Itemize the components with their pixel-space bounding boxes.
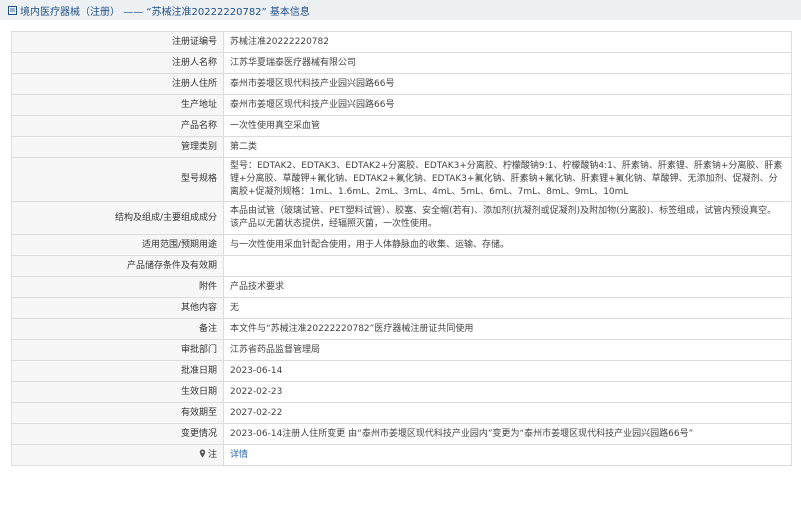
row-label: 注册人住所: [11, 73, 224, 95]
row-value: 泰州市姜堰区现代科技产业园兴园路66号: [223, 94, 792, 116]
row-label: 批准日期: [11, 360, 224, 382]
row-value: 型号：EDTAK2、EDTAK3、EDTAK2+分离胶、EDTAK3+分离胶、柠…: [223, 157, 792, 202]
table-row: 有效期至 2027-02-22: [11, 402, 792, 424]
row-value: 第二类: [223, 136, 792, 158]
note-label-text: 注: [207, 449, 217, 460]
table-row: 备注 本文件与“苏械注准20222220782”医疗器械注册证共同使用: [11, 318, 792, 340]
table-row: 附件 产品技术要求: [11, 276, 792, 298]
info-table: 注册证编号 苏械注准20222220782 注册人名称 江苏华夏瑞泰医疗器械有限…: [11, 31, 792, 466]
row-label: 适用范围/预期用途: [11, 234, 224, 256]
table-row: 适用范围/预期用途 与一次性使用采血针配合使用，用于人体静脉血的收集、运输、存储…: [11, 234, 792, 256]
details-link[interactable]: 详情: [230, 450, 248, 460]
title-quoted: “苏械注准20222220782”: [146, 6, 267, 18]
row-label: 结构及组成/主要组成成分: [11, 201, 224, 235]
table-row: 管理类别 第二类: [11, 136, 792, 158]
table-row: 产品储存条件及有效期: [11, 255, 792, 277]
row-value: 与一次性使用采血针配合使用，用于人体静脉血的收集、运输、存储。: [223, 234, 792, 256]
note-label: 注: [11, 444, 224, 466]
row-label: 变更情况: [11, 423, 224, 445]
row-value: 本品由试管（玻璃试管、PET塑料试管）、胶塞、安全帽(若有)、添加剂(抗凝剂或促…: [223, 201, 792, 235]
row-label: 有效期至: [11, 402, 224, 424]
row-label: 注册人名称: [11, 52, 224, 74]
table-row: 其他内容 无: [11, 297, 792, 319]
row-value: [223, 255, 792, 277]
row-value: 苏械注准20222220782: [223, 31, 792, 53]
table-row: 结构及组成/主要组成成分 本品由试管（玻璃试管、PET塑料试管）、胶塞、安全帽(…: [11, 201, 792, 235]
row-label: 生效日期: [11, 381, 224, 403]
row-label: 注册证编号: [11, 31, 224, 53]
row-value: 泰州市姜堰区现代科技产业园兴园路66号: [223, 73, 792, 95]
table-row: 注册人名称 江苏华夏瑞泰医疗器械有限公司: [11, 52, 792, 74]
row-value: 无: [223, 297, 792, 319]
title-dash: ——: [123, 6, 144, 18]
row-value: 产品技术要求: [223, 276, 792, 298]
document-icon: [8, 5, 17, 15]
row-label: 型号规格: [11, 157, 224, 202]
table-row: 审批部门 江苏省药品监督管理局: [11, 339, 792, 361]
table-row: 型号规格 型号：EDTAK2、EDTAK3、EDTAK2+分离胶、EDTAK3+…: [11, 157, 792, 202]
table-row: 注册人住所 泰州市姜堰区现代科技产业园兴园路66号: [11, 73, 792, 95]
row-value: 江苏华夏瑞泰医疗器械有限公司: [223, 52, 792, 74]
row-value: 江苏省药品监督管理局: [223, 339, 792, 361]
row-label: 管理类别: [11, 136, 224, 158]
row-value: 2027-02-22: [223, 402, 792, 424]
row-label: 备注: [11, 318, 224, 340]
row-label: 审批部门: [11, 339, 224, 361]
table-row: 批准日期 2023-06-14: [11, 360, 792, 382]
row-label: 其他内容: [11, 297, 224, 319]
map-pin-icon: [199, 449, 206, 457]
title-prefix: 境内医疗器械（注册）: [20, 6, 120, 18]
page-header: 境内医疗器械（注册） —— “苏械注准20222220782” 基本信息: [0, 0, 801, 20]
row-label: 产品储存条件及有效期: [11, 255, 224, 277]
table-row: 生产地址 泰州市姜堰区现代科技产业园兴园路66号: [11, 94, 792, 116]
table-row: 生效日期 2022-02-23: [11, 381, 792, 403]
title-suffix: 基本信息: [269, 6, 310, 18]
table-row: 产品名称 一次性使用真空采血管: [11, 115, 792, 137]
table-row: 变更情况 2023-06-14注册人住所变更 由“泰州市姜堰区现代科技产业园内”…: [11, 423, 792, 445]
row-label: 附件: [11, 276, 224, 298]
table-row: 注册证编号 苏械注准20222220782: [11, 31, 792, 53]
row-value: 2023-06-14注册人住所变更 由“泰州市姜堰区现代科技产业园内”变更为“泰…: [223, 423, 792, 445]
row-value: 2023-06-14: [223, 360, 792, 382]
row-value: 2022-02-23: [223, 381, 792, 403]
row-label: 产品名称: [11, 115, 224, 137]
page-title: 境内医疗器械（注册） —— “苏械注准20222220782” 基本信息: [20, 3, 310, 18]
row-value: 一次性使用真空采血管: [223, 115, 792, 137]
row-value: 本文件与“苏械注准20222220782”医疗器械注册证共同使用: [223, 318, 792, 340]
row-label: 生产地址: [11, 94, 224, 116]
table-row: 注 详情: [11, 444, 792, 466]
